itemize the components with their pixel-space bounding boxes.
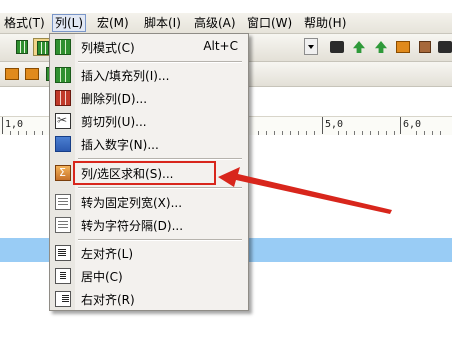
annotation-arrow-icon: [218, 167, 392, 214]
ruler-tick: [2, 117, 3, 134]
menu-column[interactable]: 列(L): [52, 14, 87, 32]
column-mode-icon: [55, 39, 71, 55]
align-left-icon: [55, 245, 71, 261]
chevron-down-icon[interactable]: [304, 38, 318, 55]
align-right-icon: [55, 291, 71, 307]
annotation-highlight-box: [73, 161, 216, 185]
menu-window[interactable]: 窗口(W): [247, 15, 292, 31]
menu-separator: [78, 61, 242, 63]
ruler-tick: [400, 117, 401, 134]
menu-item-label: 居中(C): [81, 270, 123, 284]
navigate-button[interactable]: [350, 38, 368, 56]
menu-item-label: 列模式(C): [81, 41, 135, 55]
menu-item-cut-column[interactable]: 剪切列(U)...: [52, 110, 246, 132]
delimited-icon: [55, 217, 71, 233]
delete-column-icon: [55, 90, 71, 106]
menu-item-label: 插入/填充列(I)...: [81, 69, 170, 83]
toolbar-button-b[interactable]: [23, 65, 41, 83]
fixed-width-icon: [55, 194, 71, 210]
menu-item-align-center[interactable]: 居中(C): [52, 265, 246, 287]
menu-advanced[interactable]: 高级(A): [194, 15, 236, 31]
menubar: 格式(T) 列(L) 宏(M) 脚本(I) 高级(A) 窗口(W) 帮助(H): [0, 13, 452, 34]
ruler-tick: [322, 117, 323, 134]
menu-item-label: 右对齐(R): [81, 293, 135, 307]
tools-icon: [438, 41, 452, 53]
panel-icon: [419, 41, 431, 53]
note-icon: [5, 68, 19, 80]
menu-item-label: 转为字符分隔(D)...: [81, 219, 184, 233]
ruler-label-6: 6,0: [403, 119, 422, 130]
panel-button[interactable]: [416, 38, 434, 56]
toolbar-button-a[interactable]: [3, 65, 21, 83]
menu-script[interactable]: 脚本(I): [144, 15, 181, 31]
menu-item-shortcut: Alt+C: [203, 39, 238, 53]
tools-button[interactable]: [436, 38, 452, 56]
menu-item-column-mode[interactable]: 列模式(C) Alt+C: [52, 36, 246, 58]
insert-column-icon: [55, 67, 71, 83]
menu-item-insert-fill-column[interactable]: 插入/填充列(I)...: [52, 64, 246, 86]
menu-item-label: 插入数字(N)...: [81, 138, 159, 152]
cut-column-icon: [55, 113, 71, 129]
menu-help[interactable]: 帮助(H): [304, 15, 346, 31]
menu-item-align-right[interactable]: 右对齐(R): [52, 288, 246, 310]
menu-item-delete-column[interactable]: 删除列(D)...: [52, 87, 246, 109]
align-center-icon: [55, 268, 71, 284]
binoculars-icon: [330, 41, 344, 53]
ruler-label-1: 1,0: [5, 119, 24, 130]
settings-button[interactable]: [394, 38, 412, 56]
settings-icon: [396, 41, 410, 53]
arrow-icon: [375, 41, 387, 53]
image-icon: [25, 68, 39, 80]
sum-icon: [55, 165, 71, 181]
menu-macro[interactable]: 宏(M): [97, 15, 129, 31]
columns-icon: [37, 41, 49, 55]
menu-item-label: 左对齐(L): [81, 247, 134, 261]
column-mode-icon: [16, 40, 28, 54]
menu-item-insert-number[interactable]: 插入数字(N)...: [52, 133, 246, 155]
arrow-up-icon: [353, 41, 365, 53]
menu-format[interactable]: 格式(T): [4, 15, 45, 31]
menu-item-label: 转为固定列宽(X)...: [81, 196, 183, 210]
binoculars-button[interactable]: [328, 38, 346, 56]
navigate-down-button[interactable]: [372, 38, 390, 56]
menu-item-align-left[interactable]: 左对齐(L): [52, 242, 246, 264]
menu-item-label: 剪切列(U)...: [81, 115, 147, 129]
menu-item-label: 删除列(D)...: [81, 92, 148, 106]
menu-separator: [78, 239, 242, 241]
insert-number-icon: [55, 136, 71, 152]
column-mode-toolbar-button[interactable]: [13, 38, 31, 56]
ruler-label-5: 5,0: [325, 119, 344, 130]
